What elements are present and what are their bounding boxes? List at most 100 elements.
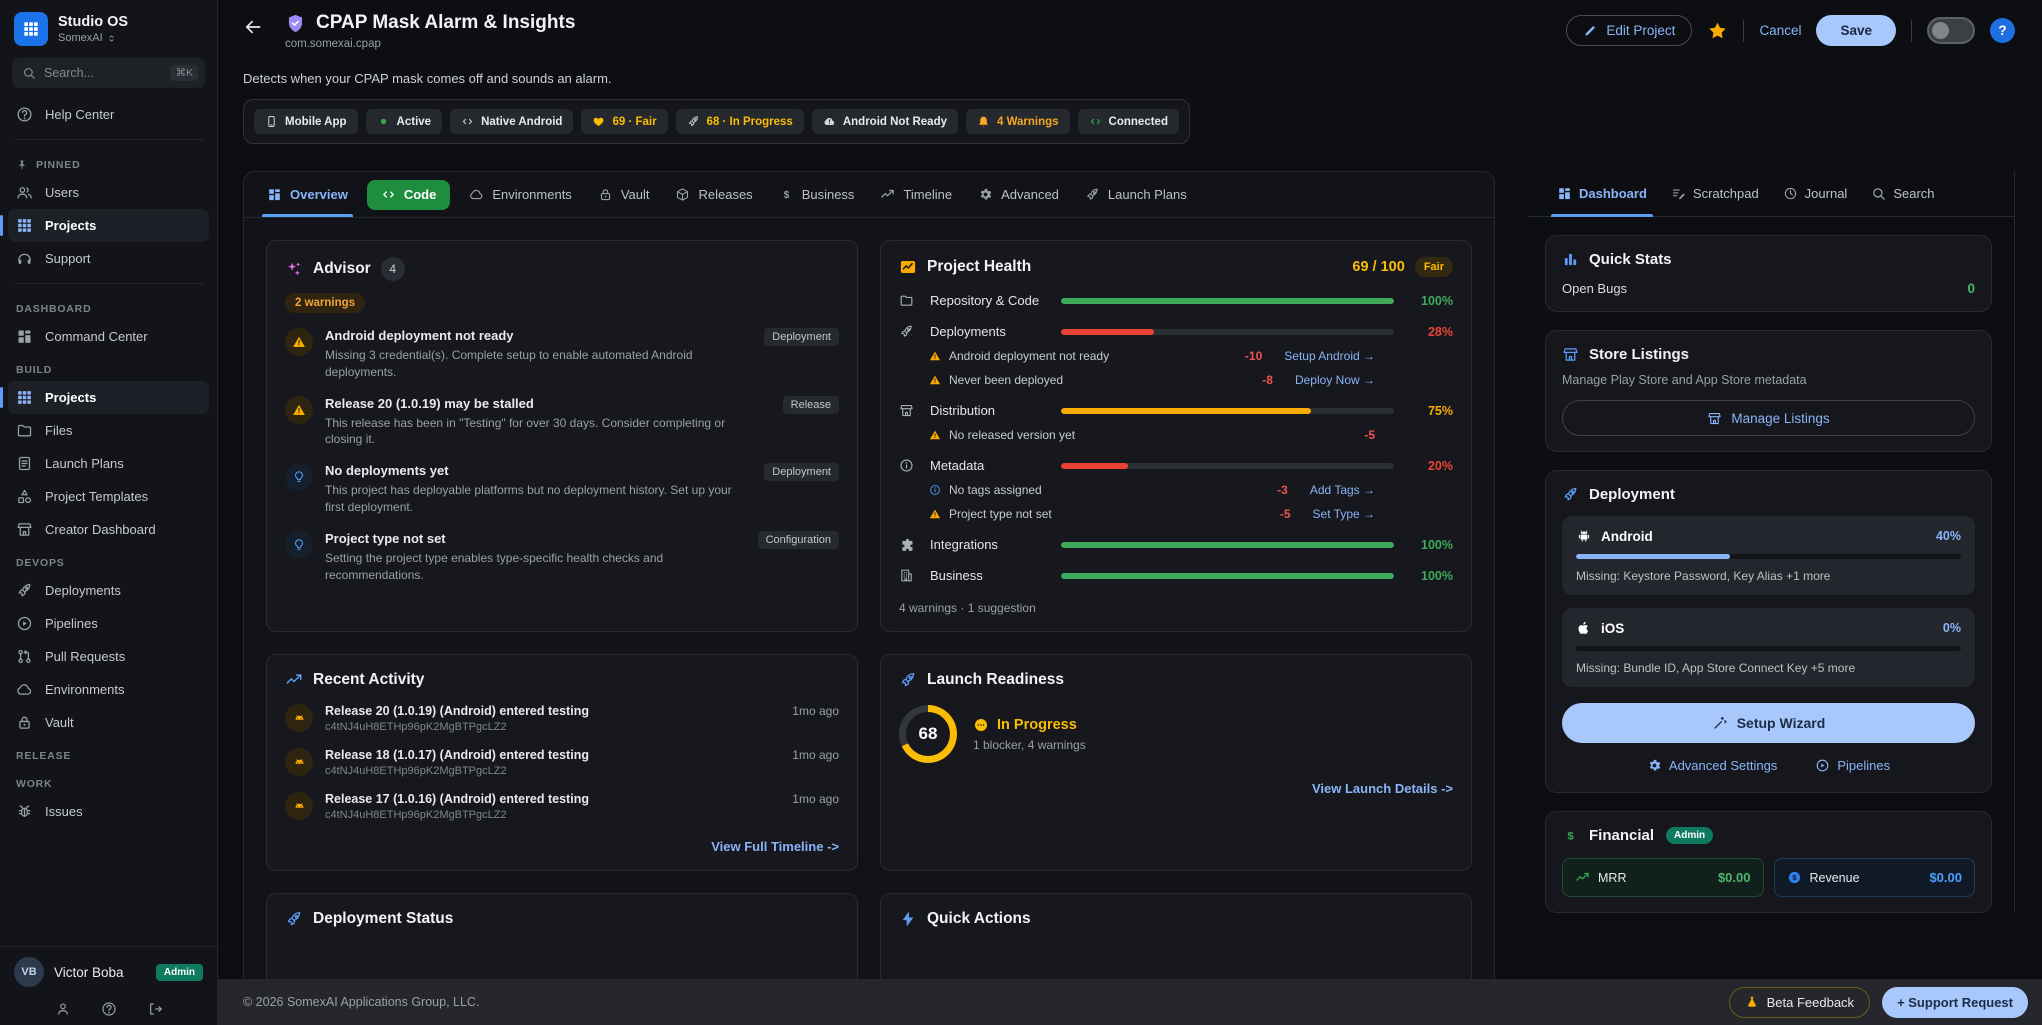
tab-overview[interactable]: Overview (254, 172, 361, 217)
tab-launch-plans[interactable]: Launch Plans (1072, 172, 1200, 217)
section-build: BUILD (0, 353, 217, 381)
user-menu[interactable]: VB Victor Boba Admin (0, 946, 217, 993)
deploy-now-link[interactable]: Deploy Now → (1295, 373, 1375, 387)
tab-dashboard[interactable]: Dashboard (1545, 171, 1659, 216)
bug-icon (16, 803, 33, 820)
project-tabs: Overview Code Environments Vault Release… (244, 172, 1494, 218)
package-icon (675, 187, 690, 202)
side-panel-tabs: Dashboard Scratchpad Journal Search (1528, 171, 2014, 217)
svg-text:$: $ (1567, 830, 1574, 842)
health-row: Business 100% (899, 568, 1453, 583)
project-panel: Overview Code Environments Vault Release… (243, 171, 1495, 1001)
cancel-button[interactable]: Cancel (1759, 23, 1801, 38)
storefront-icon (1562, 346, 1579, 363)
tab-timeline[interactable]: Timeline (867, 172, 965, 217)
help-icon[interactable] (101, 1001, 117, 1017)
tab-advanced[interactable]: Advanced (965, 172, 1072, 217)
view-launch-details-link[interactable]: View Launch Details -> (899, 781, 1453, 796)
sidebar-item-deployments[interactable]: Deployments (0, 574, 217, 607)
copyright: © 2026 SomexAI Applications Group, LLC. (243, 995, 479, 1009)
admin-badge: Admin (156, 964, 203, 981)
edit-project-button[interactable]: Edit Project (1566, 15, 1692, 46)
view-full-timeline-link[interactable]: View Full Timeline -> (285, 839, 839, 854)
health-subitem: No released version yet -5 (929, 428, 1375, 442)
sidebar-item-issues[interactable]: Issues (0, 795, 217, 828)
beta-feedback-button[interactable]: Beta Feedback (1729, 987, 1870, 1018)
support-request-button[interactable]: + Support Request (1882, 987, 2028, 1018)
logout-icon[interactable] (147, 1001, 163, 1017)
grid-logo-icon (22, 20, 40, 38)
tab-scratchpad[interactable]: Scratchpad (1659, 171, 1771, 216)
workspace-switcher[interactable]: Studio OS SomexAI (0, 10, 217, 56)
sidebar-item-users[interactable]: Users (0, 176, 217, 209)
search-shortcut: ⌘K (170, 65, 198, 81)
tab-vault[interactable]: Vault (585, 172, 663, 217)
launch-status: In Progress (973, 717, 1086, 733)
setup-android-link[interactable]: Setup Android → (1284, 349, 1375, 363)
add-tags-link[interactable]: Add Tags → (1310, 483, 1375, 497)
sidebar-item-command-center[interactable]: Command Center (0, 320, 217, 353)
section-work: WORK (0, 767, 217, 795)
cloud-icon (469, 187, 484, 202)
tab-journal[interactable]: Journal (1771, 171, 1860, 216)
favorite-star-icon[interactable] (1707, 20, 1728, 41)
sidebar-item-help-center[interactable]: Help Center (0, 98, 217, 131)
score-delta: -5 (1280, 507, 1291, 521)
divider (1743, 20, 1744, 42)
activity-trend-icon (285, 671, 303, 689)
sidebar-item-files[interactable]: Files (0, 414, 217, 447)
setup-wizard-button[interactable]: Setup Wizard (1562, 703, 1975, 743)
advisor-item[interactable]: No deployments yetThis project has deplo… (285, 463, 839, 516)
sidebar-item-creator-dashboard[interactable]: Creator Dashboard (0, 513, 217, 546)
sidebar-item-launch-plans[interactable]: Launch Plans (0, 447, 217, 480)
platform-card-ios[interactable]: iOS 0% Missing: Bundle ID, App Store Con… (1562, 608, 1975, 687)
launch-title: Launch Readiness (927, 671, 1064, 689)
header-toggle[interactable] (1927, 17, 1975, 44)
building-icon (899, 568, 914, 583)
folder-icon (16, 422, 33, 439)
recent-activity-card: Recent Activity Release 20 (1.0.19) (And… (266, 654, 858, 871)
bolt-icon (899, 910, 917, 928)
set-type-link[interactable]: Set Type → (1313, 507, 1375, 521)
quick-actions-title: Quick Actions (927, 910, 1031, 928)
advisor-item[interactable]: Release 20 (1.0.19) may be stalledThis r… (285, 396, 839, 449)
sidebar-item-support[interactable]: Support (0, 242, 217, 275)
advisor-item[interactable]: Project type not setSetting the project … (285, 531, 839, 584)
rocket-icon (899, 324, 914, 339)
tab-environments[interactable]: Environments (456, 172, 584, 217)
advisor-item[interactable]: Android deployment not readyMissing 3 cr… (285, 328, 839, 381)
sidebar-item-pull-requests[interactable]: Pull Requests (0, 640, 217, 673)
save-button[interactable]: Save (1816, 15, 1896, 46)
dot-icon (377, 115, 390, 128)
pipelines-link[interactable]: Pipelines (1815, 758, 1890, 773)
tab-business[interactable]: $Business (766, 172, 868, 217)
advanced-settings-link[interactable]: Advanced Settings (1647, 758, 1777, 773)
revenue-value: $0.00 (1929, 870, 1962, 885)
sidebar-item-vault[interactable]: Vault (0, 706, 217, 739)
sidebar-item-projects-pinned[interactable]: Projects (8, 209, 209, 242)
org-name: SomexAI (58, 32, 128, 44)
tab-search[interactable]: Search (1859, 171, 1946, 216)
manage-listings-button[interactable]: Manage Listings (1562, 400, 1975, 436)
back-button[interactable] (243, 17, 265, 39)
stat-row: Open Bugs 0 (1562, 281, 1975, 296)
platform-card-android[interactable]: Android 40% Missing: Keystore Password, … (1562, 516, 1975, 595)
help-button[interactable]: ? (1990, 18, 2015, 43)
folder-icon (899, 293, 914, 308)
sidebar-item-pipelines[interactable]: Pipelines (0, 607, 217, 640)
tab-releases[interactable]: Releases (662, 172, 765, 217)
search-input[interactable]: Search... ⌘K (12, 58, 205, 88)
storefront-icon (16, 521, 33, 538)
tab-code[interactable]: Code (367, 180, 451, 210)
timestamp: 1mo ago (792, 748, 839, 762)
sidebar-item-environments[interactable]: Environments (0, 673, 217, 706)
profile-icon[interactable] (55, 1001, 71, 1017)
sidebar-item-project-templates[interactable]: Project Templates (0, 480, 217, 513)
sidebar-item-projects-build[interactable]: Projects (8, 381, 209, 414)
storefront-icon (899, 403, 914, 418)
info-icon (899, 458, 914, 473)
pencil-icon (1583, 24, 1597, 38)
sparkles-icon (285, 260, 303, 278)
section-devops: DEVOPS (0, 546, 217, 574)
apple-icon (1576, 620, 1592, 636)
